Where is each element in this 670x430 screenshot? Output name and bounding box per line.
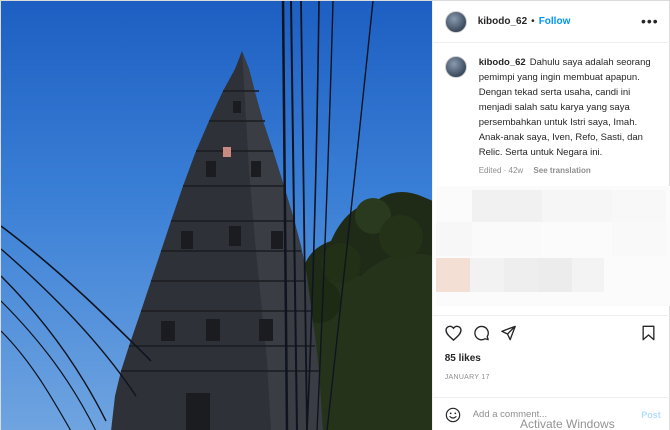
follow-button[interactable]: Follow bbox=[539, 16, 571, 27]
bookmark-icon[interactable] bbox=[641, 325, 656, 341]
likes-count[interactable]: 85 likes bbox=[445, 353, 481, 364]
caption: kibodo_62 Dahulu saya adalah seorang pemi… bbox=[444, 55, 665, 175]
caption-body: kibodo_62 Dahulu saya adalah seorang pemi… bbox=[479, 55, 659, 175]
comment-input[interactable] bbox=[472, 409, 623, 420]
comment-icon[interactable] bbox=[473, 325, 490, 341]
blurred-comments bbox=[436, 186, 670, 306]
action-bar bbox=[432, 315, 670, 351]
caption-content: Dahulu saya adalah seorang pemimpi yang … bbox=[478, 57, 651, 158]
temple-silhouette bbox=[111, 51, 323, 430]
comment-form: Post bbox=[432, 397, 670, 430]
heart-icon[interactable] bbox=[445, 325, 462, 341]
caption-username[interactable]: kibodo_62 bbox=[479, 57, 526, 68]
header-username[interactable]: kibodo_62 bbox=[478, 16, 527, 27]
caption-avatar[interactable] bbox=[444, 56, 467, 78]
separator-dot: • bbox=[531, 16, 535, 27]
caption-text: kibodo_62 Dahulu saya adalah seorang pemi… bbox=[479, 55, 659, 160]
post-date: JANUARY 17 bbox=[444, 374, 490, 381]
more-options-icon[interactable]: ••• bbox=[641, 14, 659, 28]
smiley-icon[interactable] bbox=[445, 407, 461, 423]
paper-plane-icon[interactable] bbox=[500, 325, 517, 341]
edited-timestamp: Edited · 42w bbox=[478, 166, 524, 175]
post-header: kibodo_62 • Follow ••• bbox=[432, 1, 670, 43]
avatar[interactable] bbox=[444, 10, 467, 33]
temple-photo-illustration bbox=[1, 1, 432, 430]
post-photo[interactable] bbox=[1, 1, 432, 430]
post-comment-button[interactable]: Post bbox=[641, 410, 661, 420]
flag-cloth bbox=[223, 147, 231, 157]
caption-meta: Edited · 42w See translation bbox=[479, 166, 659, 175]
see-translation-link[interactable]: See translation bbox=[533, 166, 590, 175]
